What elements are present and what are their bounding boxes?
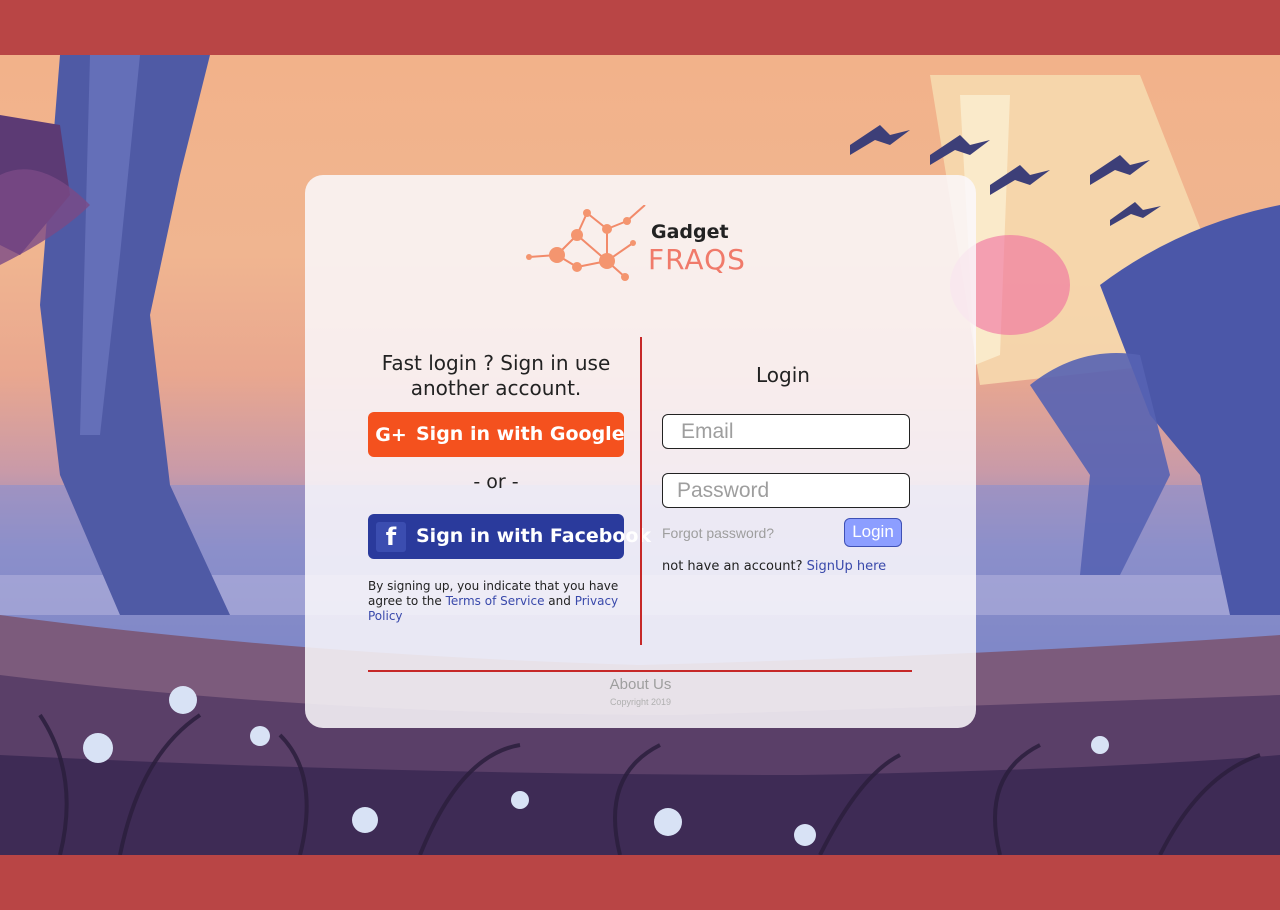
facebook-signin-label: Sign in with Facebook — [416, 525, 652, 547]
facebook-signin-button[interactable]: f Sign in with Facebook — [368, 514, 651, 559]
terms-of-service-link[interactable]: Terms of Service — [446, 594, 545, 608]
brand-name-line1: Gadget — [651, 221, 729, 243]
password-field[interactable] — [662, 473, 910, 508]
brand-name-line2: FRAQS — [648, 243, 746, 276]
copyright-text: Copyright 2019 — [609, 697, 672, 707]
forgot-password-link[interactable]: Forgot password? — [662, 525, 774, 541]
google-signin-label: Sign in with Google — [416, 423, 625, 445]
login-button[interactable]: Login — [844, 518, 902, 547]
login-card: Gadget FRAQS Fast login ? Sign in use an… — [305, 175, 976, 728]
fast-login-title: Fast login ? Sign in use another account… — [381, 351, 611, 400]
top-banner — [0, 0, 1280, 55]
terms-notice: By signing up, you indicate that you hav… — [368, 579, 619, 623]
or-separator: - or - — [473, 471, 519, 493]
google-plus-icon: G+ — [375, 424, 407, 446]
bottom-banner — [0, 855, 1280, 910]
email-field[interactable] — [662, 414, 910, 449]
signup-prompt: not have an account? SignUp here — [662, 559, 887, 574]
facebook-icon: f — [376, 522, 406, 552]
column-divider — [640, 337, 642, 645]
about-us-link[interactable]: About Us — [305, 676, 976, 693]
signup-link[interactable]: SignUp here — [807, 559, 887, 574]
google-signin-button[interactable]: G+ Sign in with Google — [368, 412, 625, 457]
login-title: Login — [756, 363, 810, 387]
footer-divider — [368, 670, 912, 672]
